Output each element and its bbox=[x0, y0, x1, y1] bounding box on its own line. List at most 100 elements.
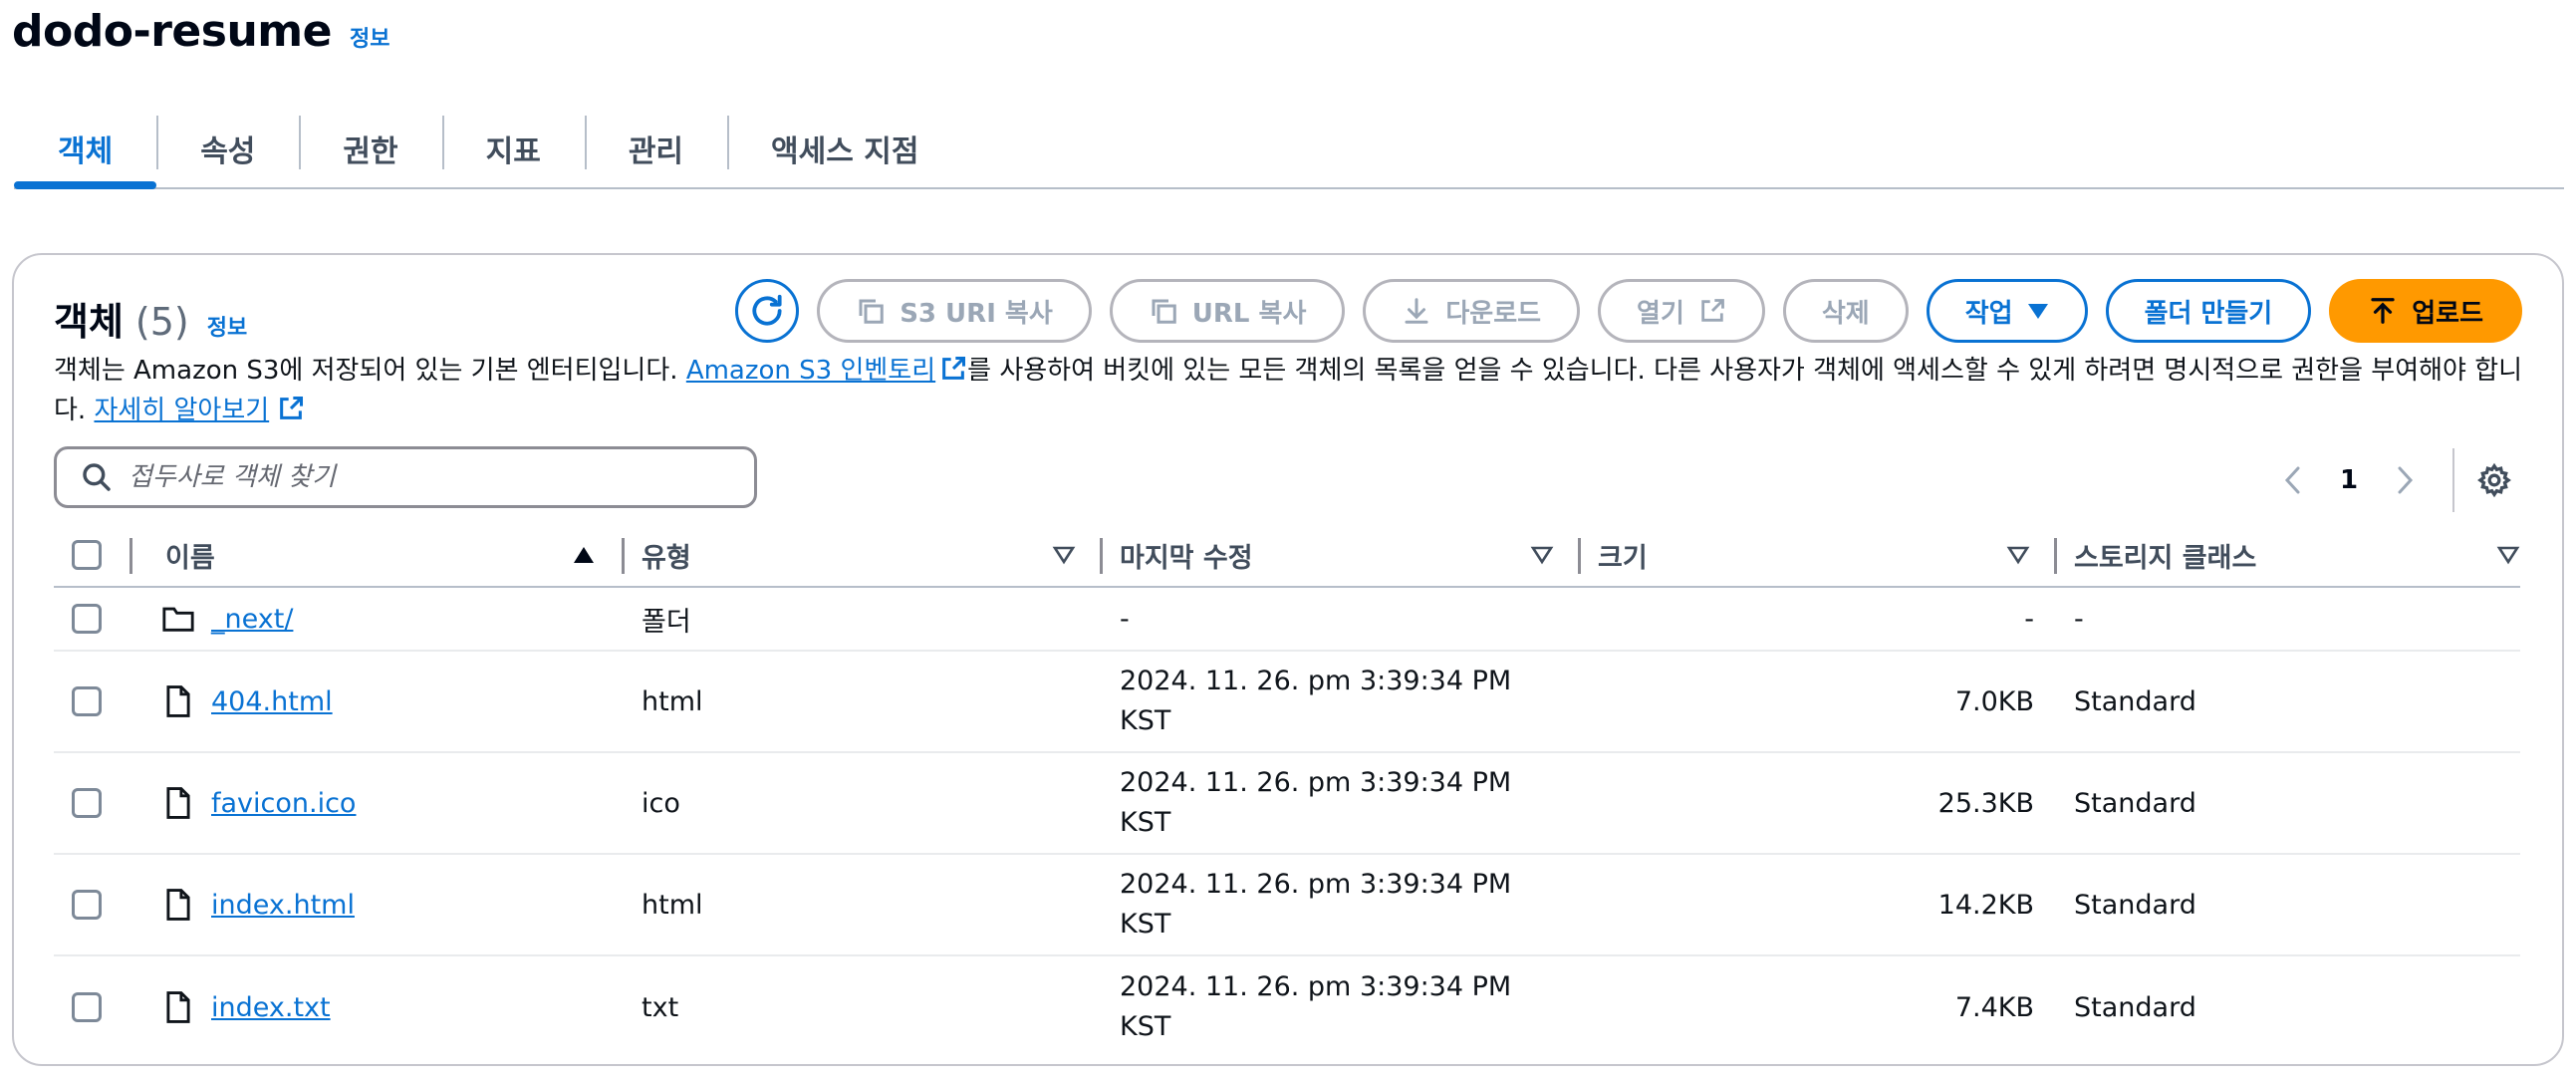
file-icon bbox=[165, 855, 191, 954]
search-input[interactable] bbox=[129, 462, 726, 492]
copy-icon bbox=[1152, 299, 1176, 324]
object-modified-tz: KST bbox=[1120, 909, 1171, 940]
object-size: 7.0KB bbox=[1954, 685, 2034, 717]
objects-table: 이름 유형 마지막 수정 크기 스토리지 클래스 _next/ 폴더 - - - bbox=[54, 524, 2520, 1058]
object-modified-date: 2024. 11. 26. pm 3:39:34 PM bbox=[1120, 971, 1512, 1002]
actions-label: 작업 bbox=[1964, 298, 2013, 329]
object-modified: 2024. 11. 26. pm 3:39:34 PM KST bbox=[1120, 855, 1511, 954]
object-name-link[interactable]: favicon.ico bbox=[211, 788, 356, 819]
table-row: index.html html 2024. 11. 26. pm 3:39:34… bbox=[54, 855, 2520, 956]
object-name-link[interactable]: index.txt bbox=[211, 992, 331, 1023]
object-modified-date: 2024. 11. 26. pm 3:39:34 PM bbox=[1120, 666, 1512, 696]
object-name-link[interactable]: index.html bbox=[211, 890, 355, 921]
create-folder-button[interactable]: 폴더 만들기 bbox=[2105, 279, 2312, 343]
copy-url-button[interactable]: URL 복사 bbox=[1109, 279, 1346, 343]
row-checkbox[interactable] bbox=[72, 788, 102, 818]
object-storage-class: Standard bbox=[2074, 787, 2196, 819]
object-name-link[interactable]: 404.html bbox=[211, 686, 333, 717]
table-row: 404.html html 2024. 11. 26. pm 3:39:34 P… bbox=[54, 652, 2520, 753]
row-checkbox-cell bbox=[72, 652, 102, 751]
upload-button[interactable]: 업로드 bbox=[2329, 279, 2522, 343]
object-type: html bbox=[642, 685, 703, 717]
sort-icon[interactable] bbox=[1530, 524, 1554, 586]
table-row: index.txt txt 2024. 11. 26. pm 3:39:34 P… bbox=[54, 956, 2520, 1058]
prev-page-button[interactable] bbox=[2265, 452, 2321, 508]
page-number-current[interactable]: 1 bbox=[2321, 452, 2377, 508]
tab-metrics[interactable]: 지표 bbox=[441, 110, 585, 187]
object-storage-class: Standard bbox=[2074, 991, 2196, 1023]
object-name-cell: index.html bbox=[211, 855, 355, 954]
search-box[interactable] bbox=[54, 446, 757, 508]
object-modified: 2024. 11. 26. pm 3:39:34 PM KST bbox=[1120, 753, 1511, 853]
external-link-icon bbox=[942, 356, 966, 380]
sort-icon[interactable] bbox=[1052, 524, 1076, 586]
next-page-button[interactable] bbox=[2377, 452, 2433, 508]
folder-icon bbox=[161, 588, 195, 650]
objects-info-link[interactable]: 정보 bbox=[207, 310, 247, 342]
column-header-storage-class[interactable]: 스토리지 클래스 bbox=[2074, 524, 2256, 586]
tab-properties[interactable]: 속성 bbox=[156, 110, 299, 187]
download-icon bbox=[1405, 298, 1428, 324]
column-header-type[interactable]: 유형 bbox=[642, 524, 691, 586]
external-link-icon bbox=[280, 396, 304, 419]
create-folder-label: 폴더 만들기 bbox=[2144, 298, 2273, 329]
objects-description: 객체는 Amazon S3에 저장되어 있는 기본 엔터티입니다. Amazon… bbox=[54, 351, 2534, 430]
row-checkbox[interactable] bbox=[72, 992, 102, 1022]
delete-button[interactable]: 삭제 bbox=[1782, 279, 1909, 343]
objects-header: 객체 (5) 정보 bbox=[54, 291, 247, 346]
copy-s3-uri-button[interactable]: S3 URI 복사 bbox=[817, 279, 1092, 343]
s3-inventory-link[interactable]: Amazon S3 인벤토리 bbox=[686, 356, 935, 386]
row-checkbox[interactable] bbox=[72, 890, 102, 920]
delete-label: 삭제 bbox=[1821, 298, 1870, 329]
column-header-modified[interactable]: 마지막 수정 bbox=[1120, 524, 1253, 586]
copy-icon bbox=[859, 299, 884, 324]
tab-management[interactable]: 관리 bbox=[584, 110, 727, 187]
sort-icon[interactable] bbox=[2006, 524, 2030, 586]
object-modified-date: 2024. 11. 26. pm 3:39:34 PM bbox=[1120, 869, 1512, 900]
sort-icon[interactable] bbox=[2496, 524, 2520, 586]
learn-more-link[interactable]: 자세히 알아보기 bbox=[94, 396, 269, 425]
column-header-size[interactable]: 크기 bbox=[1598, 524, 1648, 586]
row-checkbox-cell bbox=[72, 855, 102, 954]
page-title: dodo-resume bbox=[12, 6, 332, 57]
page-header: dodo-resume 정보 bbox=[12, 6, 389, 57]
actions-dropdown-button[interactable]: 작업 bbox=[1926, 279, 2088, 343]
tab-permissions[interactable]: 권한 bbox=[299, 110, 441, 187]
open-button[interactable]: 열기 bbox=[1598, 279, 1765, 343]
download-button[interactable]: 다운로드 bbox=[1363, 279, 1581, 343]
tab-bar: 객체 속성 권한 지표 관리 액세스 지점 bbox=[14, 110, 2564, 189]
search-icon bbox=[83, 463, 111, 491]
objects-title: 객체 bbox=[54, 300, 124, 344]
table-settings-button[interactable] bbox=[2466, 452, 2522, 508]
row-checkbox-cell bbox=[72, 588, 102, 650]
bucket-info-link[interactable]: 정보 bbox=[350, 21, 389, 53]
file-icon bbox=[165, 956, 191, 1058]
upload-label: 업로드 bbox=[2412, 298, 2483, 329]
row-checkbox[interactable] bbox=[72, 604, 102, 634]
object-size: 14.2KB bbox=[1937, 889, 2034, 921]
row-checkbox-cell bbox=[72, 753, 102, 853]
sort-ascending-icon[interactable] bbox=[572, 524, 596, 586]
refresh-button[interactable] bbox=[735, 279, 800, 343]
object-modified: - bbox=[1120, 603, 1130, 635]
file-icon bbox=[165, 652, 191, 751]
row-checkbox[interactable] bbox=[72, 686, 102, 716]
external-link-icon bbox=[1701, 299, 1724, 322]
column-header-name[interactable]: 이름 bbox=[165, 524, 215, 586]
select-all-cell bbox=[72, 524, 102, 586]
column-separator bbox=[2054, 538, 2057, 574]
copy-url-label: URL 복사 bbox=[1191, 298, 1307, 329]
caret-down-icon bbox=[2027, 304, 2048, 319]
object-type: ico bbox=[642, 787, 680, 819]
tab-objects[interactable]: 객체 bbox=[14, 110, 157, 189]
row-checkbox-cell bbox=[72, 956, 102, 1058]
object-name-link[interactable]: _next/ bbox=[211, 604, 293, 635]
object-name-cell: index.txt bbox=[211, 956, 331, 1058]
chevron-left-icon bbox=[2284, 466, 2300, 494]
copy-s3-uri-label: S3 URI 복사 bbox=[900, 298, 1053, 329]
objects-actions: S3 URI 복사 URL 복사 다운로드 열기 삭제 작업 폴더 만들기 업로… bbox=[735, 279, 2522, 343]
object-size: 25.3KB bbox=[1937, 787, 2034, 819]
select-all-checkbox[interactable] bbox=[72, 540, 102, 570]
table-header: 이름 유형 마지막 수정 크기 스토리지 클래스 bbox=[54, 524, 2520, 588]
tab-access-points[interactable]: 액세스 지점 bbox=[727, 110, 962, 187]
